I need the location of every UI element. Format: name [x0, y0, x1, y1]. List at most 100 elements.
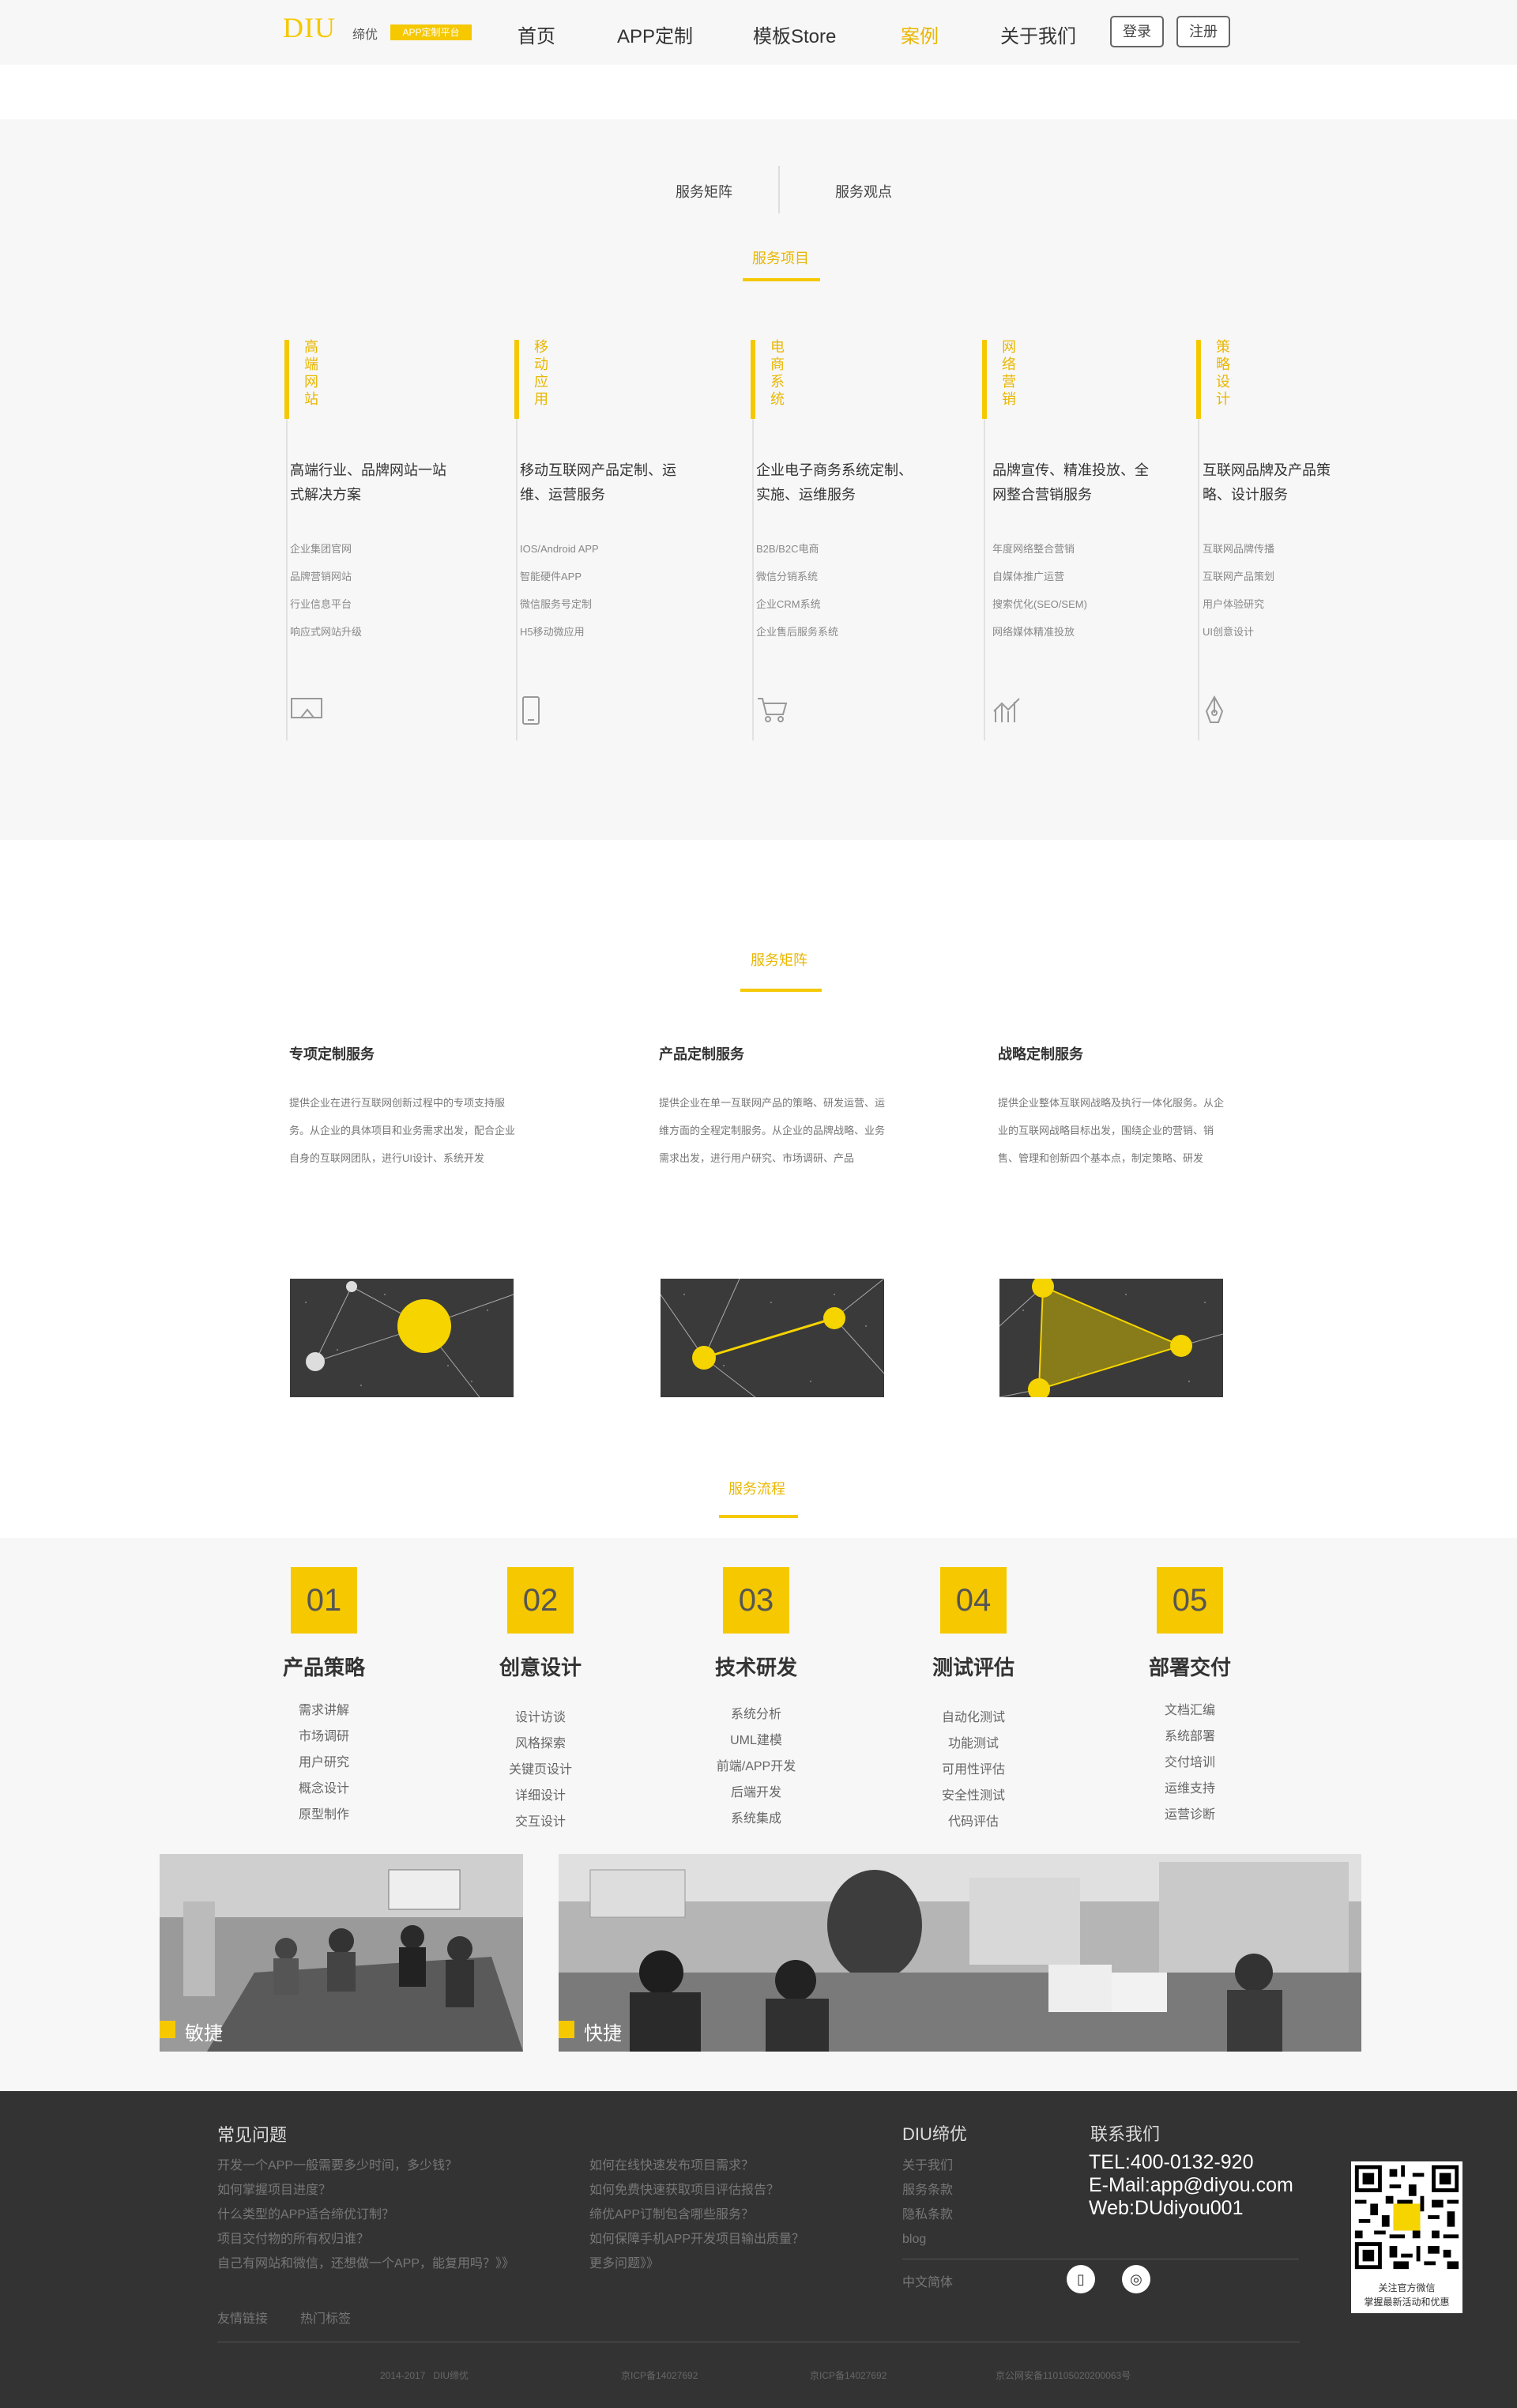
- contact-web: Web:DUdiyou001: [1089, 2197, 1244, 2219]
- column-vertical-title: 网络营销: [1002, 339, 1016, 407]
- matrix-item-desc: 提供企业在单一互联网产品的策略、研发运营、运维方面的全程定制服务。从企业的品牌战…: [659, 1097, 886, 1164]
- faq-link[interactable]: 项目交付物的所有权归谁？: [217, 2227, 514, 2252]
- faq-link[interactable]: 自己有网站和微信，还想做一个APP，能复用吗？》》: [217, 2252, 514, 2276]
- list-item[interactable]: 互联网品牌传播: [1203, 535, 1274, 563]
- list-item[interactable]: 企业集团官网: [290, 535, 362, 563]
- step-title: 产品策略: [282, 1656, 365, 1679]
- team-meeting-photo: 敏捷: [160, 1854, 523, 2052]
- footer-link[interactable]: blog: [902, 2227, 953, 2252]
- list-item[interactable]: B2B/B2C电商: [756, 535, 838, 563]
- list-item[interactable]: 品牌营销网站: [290, 563, 362, 590]
- qr-code-box: 关注官方微信 掌握最新活动和优惠: [1351, 2161, 1462, 2313]
- mobile-icon[interactable]: ▯: [1067, 2265, 1095, 2293]
- list-item[interactable]: 微信服务号定制: [520, 590, 599, 618]
- column-title: 高端行业、品牌网站一站式解决方案: [290, 462, 446, 503]
- column-title: 品牌宣传、精准投放、全网整合营销服务: [992, 462, 1149, 503]
- column-items: 企业集团官网 品牌营销网站 行业信息平台 响应式网站升级: [290, 535, 362, 646]
- list-item: UML建模: [730, 1734, 782, 1747]
- list-item: 系统集成: [730, 1812, 781, 1826]
- footer-link[interactable]: 隐私条款: [902, 2203, 953, 2227]
- list-item[interactable]: 微信分销系统: [756, 563, 838, 590]
- list-item: 安全性测试: [941, 1789, 1005, 1803]
- faq-link[interactable]: 如何掌握项目进度？: [217, 2178, 514, 2203]
- list-item[interactable]: 智能硬件APP: [520, 563, 599, 590]
- nav-cases[interactable]: 案例: [901, 21, 939, 48]
- wechat-icon[interactable]: ◎: [1122, 2265, 1150, 2293]
- list-item[interactable]: 企业售后服务系统: [756, 618, 838, 646]
- faq-link[interactable]: 如何免费快速获取项目评估报告？: [589, 2178, 804, 2203]
- language-selector[interactable]: 中文简体: [902, 2271, 953, 2290]
- list-item[interactable]: 企业CRM系统: [756, 590, 838, 618]
- hot-tags[interactable]: 热门标签: [300, 2308, 351, 2327]
- list-item: 运营诊断: [1164, 1808, 1215, 1822]
- column-divider: [752, 419, 754, 740]
- matrix-illustration-1: [290, 1279, 514, 1397]
- faq-link[interactable]: 开发一个APP一般需要多少时间，多少钱？: [217, 2154, 514, 2178]
- step-title: 测试评估: [932, 1656, 1014, 1679]
- column-divider: [984, 419, 985, 740]
- photo-label: 敏捷: [160, 2018, 223, 2045]
- column-divider: [1198, 419, 1199, 740]
- list-item[interactable]: 行业信息平台: [290, 590, 362, 618]
- column-divider: [516, 419, 518, 740]
- nav-app-custom[interactable]: APP定制: [617, 21, 693, 48]
- nav-template-store[interactable]: 模板Store: [753, 21, 836, 48]
- list-item[interactable]: 自媒体推广运营: [992, 563, 1087, 590]
- tab-service-views[interactable]: 服务观点: [835, 181, 892, 202]
- footer-link[interactable]: 关于我们: [902, 2154, 953, 2178]
- list-item: 需求讲解: [298, 1704, 349, 1717]
- login-button[interactable]: 登录: [1110, 16, 1164, 47]
- faq-title: 常见问题: [217, 2125, 288, 2145]
- matrix-title-underline: [740, 989, 822, 992]
- matrix-item-desc: 提供企业在进行互联网创新过程中的专项支持服务。从企业的具体项目和业务需求出发，配…: [289, 1097, 516, 1164]
- header: DIU 缔优 APP定制平台 首页 APP定制 模板Store 案例 关于我们 …: [0, 0, 1517, 65]
- nav-about[interactable]: 关于我们: [1000, 21, 1076, 48]
- faq-link[interactable]: 什么类型的APP适合缔优订制？: [217, 2203, 514, 2227]
- nav-home[interactable]: 首页: [518, 21, 555, 48]
- matrix-item-title: 战略定制服务: [998, 1046, 1083, 1062]
- column-vertical-title: 高端网站: [304, 339, 318, 407]
- list-item: 风格探索: [514, 1737, 566, 1750]
- monitor-icon: [290, 695, 325, 728]
- matrix-item-desc: 提供企业整体互联网战略及执行一体化服务。从企业的互联网战略目标出发，围绕企业的营…: [998, 1097, 1225, 1164]
- register-button[interactable]: 注册: [1176, 16, 1230, 47]
- logo[interactable]: DIU: [283, 11, 336, 44]
- column-accent-bar: [1196, 340, 1201, 419]
- police-record[interactable]: 京公网安备110105020200063号: [996, 2368, 1131, 2382]
- column-title: 互联网品牌及产品策略、设计服务: [1203, 462, 1331, 503]
- friend-links[interactable]: 友情链接: [217, 2308, 268, 2327]
- list-item: 后端开发: [730, 1786, 781, 1799]
- step-items: 系统分析 UML建模 前端/APP开发 后端开发 系统集成: [693, 1701, 819, 1832]
- footer-link[interactable]: 服务条款: [902, 2178, 953, 2203]
- faq-link[interactable]: 如何保障手机APP开发项目输出质量？: [589, 2227, 804, 2252]
- contact-email[interactable]: E-Mail:app@diyou.com: [1089, 2174, 1293, 2197]
- list-item: 系统分析: [730, 1708, 781, 1721]
- tab-service-matrix[interactable]: 服务矩阵: [676, 181, 732, 202]
- list-item[interactable]: 搜索优化(SEO/SEM): [992, 590, 1087, 618]
- logo-subtitle: 缔优: [352, 28, 378, 42]
- diu-links: 关于我们 服务条款 隐私条款 blog: [902, 2154, 953, 2252]
- step-number: 04: [940, 1567, 1007, 1634]
- list-item[interactable]: IOS/Android APP: [520, 535, 599, 563]
- step-number: 02: [507, 1567, 574, 1634]
- list-item[interactable]: 年度网络整合营销: [992, 535, 1087, 563]
- faq-link[interactable]: 缔优APP订制包含哪些服务？: [589, 2203, 804, 2227]
- step-title: 部署交付: [1148, 1656, 1231, 1679]
- icp-number[interactable]: 京ICP备14027692: [621, 2368, 698, 2382]
- list-item[interactable]: 用户体验研究: [1203, 590, 1274, 618]
- step-items: 需求讲解 市场调研 用户研究 概念设计 原型制作: [261, 1698, 387, 1828]
- list-item[interactable]: H5移动微应用: [520, 618, 599, 646]
- list-item[interactable]: 响应式网站升级: [290, 618, 362, 646]
- list-item[interactable]: UI创意设计: [1203, 618, 1274, 646]
- list-item[interactable]: 互联网产品策划: [1203, 563, 1274, 590]
- icp-number[interactable]: 京ICP备14027692: [810, 2368, 886, 2382]
- qr-caption-1: 关注官方微信: [1378, 2282, 1436, 2293]
- diu-title: DIU缔优: [902, 2124, 967, 2144]
- list-item[interactable]: 网络媒体精准投放: [992, 618, 1087, 646]
- list-item: 原型制作: [298, 1808, 349, 1822]
- faq-link[interactable]: 如何在线快速发布项目需求？: [589, 2154, 804, 2178]
- column-title: 企业电子商务系统定制、实施、运维服务: [756, 462, 913, 503]
- faq-link[interactable]: 更多问题》》: [589, 2252, 804, 2276]
- matrix-item-title: 专项定制服务: [289, 1046, 375, 1062]
- column-items: IOS/Android APP 智能硬件APP 微信服务号定制 H5移动微应用: [520, 535, 599, 646]
